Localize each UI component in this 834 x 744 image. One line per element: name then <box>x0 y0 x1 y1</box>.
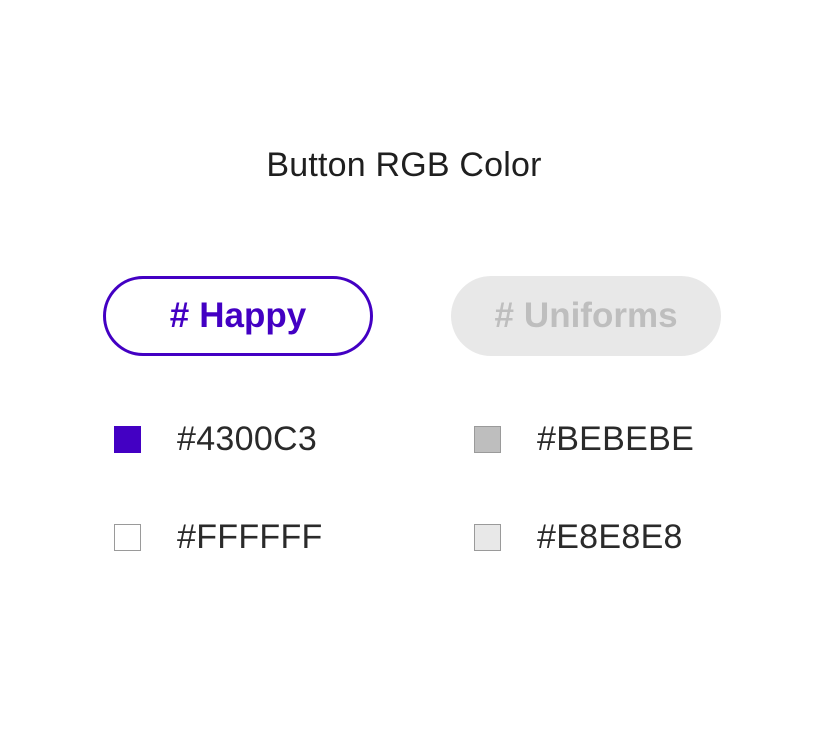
swatch-row-purple: #4300C3 <box>114 420 317 459</box>
page: Button RGB Color # Happy # Uniforms #430… <box>0 0 834 744</box>
swatch-label-white: #FFFFFF <box>177 518 323 556</box>
hash-icon: # <box>494 296 514 335</box>
hash-icon: # <box>169 296 190 335</box>
color-swatch-purple <box>114 426 141 453</box>
page-title: Button RGB Color <box>266 146 542 184</box>
happy-tag-label: Happy <box>199 296 307 335</box>
uniforms-tag-button[interactable]: # Uniforms <box>451 276 721 356</box>
uniforms-tag-label: Uniforms <box>523 296 678 335</box>
color-swatch-white <box>114 524 141 551</box>
swatch-label-gray: #BEBEBE <box>537 420 695 458</box>
swatch-label-purple: #4300C3 <box>177 420 318 458</box>
happy-tag-button[interactable]: # Happy <box>103 276 373 356</box>
color-swatch-gray <box>474 426 501 453</box>
swatch-row-lightgray: #E8E8E8 <box>474 518 683 557</box>
swatch-label-lightgray: #E8E8E8 <box>537 518 683 556</box>
swatch-row-gray: #BEBEBE <box>474 420 694 459</box>
swatch-row-white: #FFFFFF <box>114 518 323 557</box>
color-swatch-lightgray <box>474 524 501 551</box>
